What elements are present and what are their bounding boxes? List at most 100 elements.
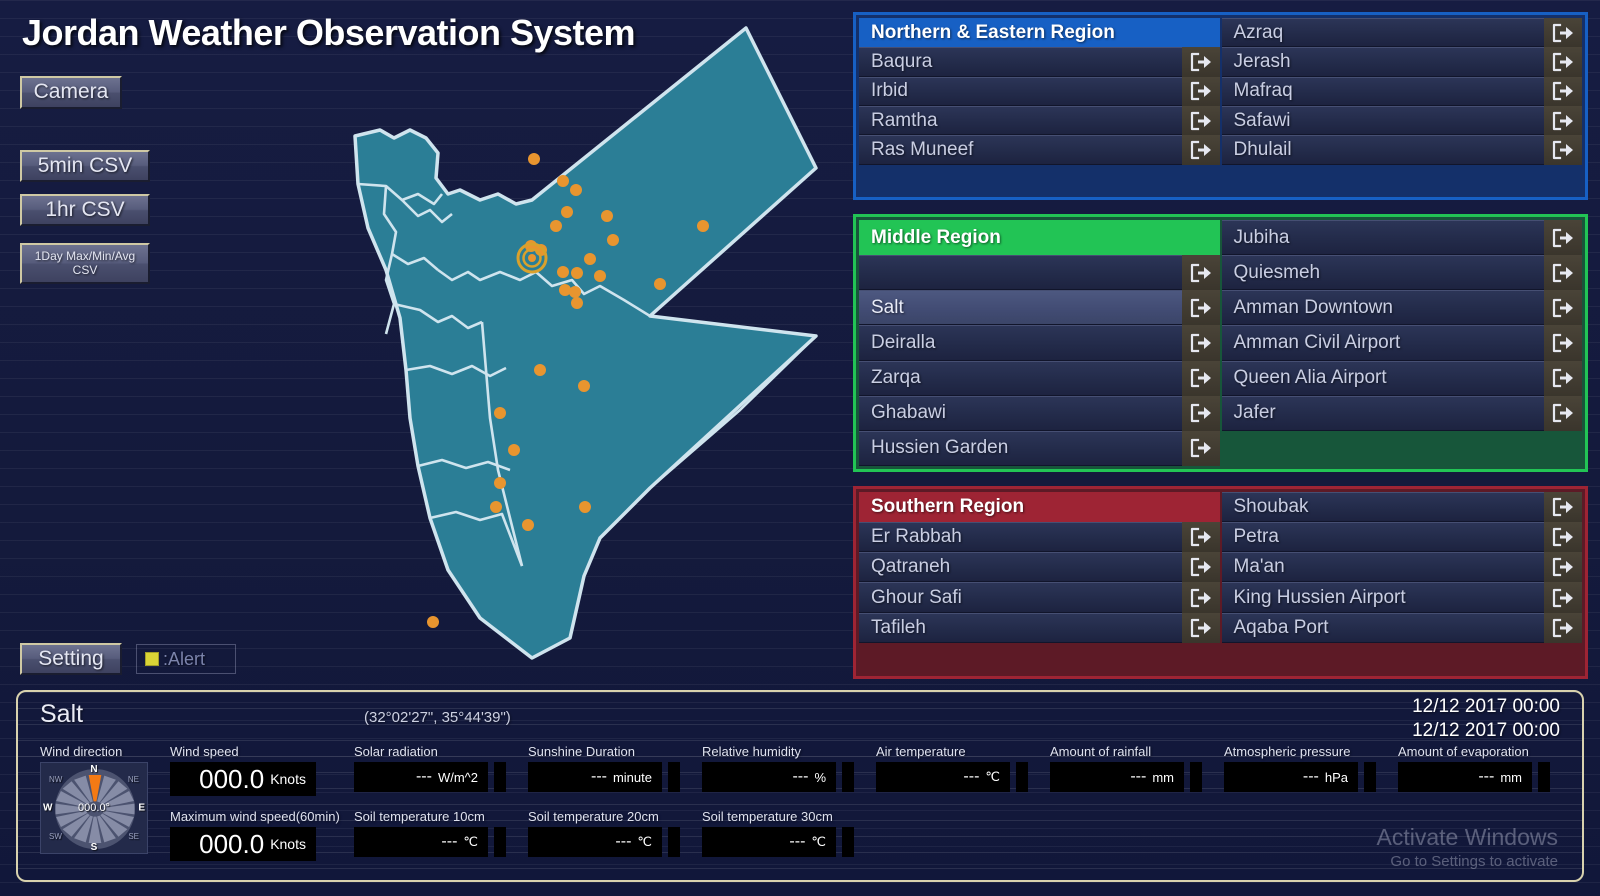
compass-south-label: S xyxy=(91,842,98,853)
station-name-cell[interactable]: Ghour Safi xyxy=(859,582,1182,612)
timestamp-secondary: 12/12 2017 00:00 xyxy=(1412,720,1560,742)
station-name-cell[interactable]: Salt xyxy=(859,290,1182,325)
go-to-station-icon[interactable] xyxy=(1182,325,1220,360)
go-to-station-icon[interactable] xyxy=(1544,290,1582,325)
station-row[interactable]: Ghour Safi xyxy=(859,582,1220,612)
station-row[interactable]: Amman Downtown xyxy=(1222,290,1583,325)
csv-1day-maxminavg-button[interactable]: 1Day Max/Min/Avg CSV xyxy=(20,243,150,284)
go-to-station-icon[interactable] xyxy=(1544,220,1582,255)
station-row[interactable]: Ramtha xyxy=(859,106,1220,135)
go-to-station-icon[interactable] xyxy=(1182,106,1220,135)
station-name-cell[interactable]: Quiesmeh xyxy=(1222,255,1545,290)
station-row[interactable]: Quiesmeh xyxy=(1222,255,1583,290)
station-name-cell[interactable]: Petra xyxy=(1222,522,1545,552)
station-name-cell[interactable]: Shoubak xyxy=(1222,492,1545,522)
go-to-station-icon[interactable] xyxy=(1544,522,1582,552)
station-row[interactable]: Er Rabbah xyxy=(859,522,1220,552)
station-name-cell[interactable]: Jerash xyxy=(1222,47,1545,76)
station-row[interactable]: Ma'an xyxy=(1222,552,1583,582)
station-row[interactable]: Safawi xyxy=(1222,106,1583,135)
station-row[interactable]: Deiralla xyxy=(859,325,1220,360)
go-to-station-icon[interactable] xyxy=(1182,47,1220,76)
station-name-cell[interactable] xyxy=(859,255,1182,290)
go-to-station-icon[interactable] xyxy=(1544,255,1582,290)
station-row[interactable]: Aqaba Port xyxy=(1222,613,1583,643)
station-name-cell[interactable]: Jubiha xyxy=(1222,220,1545,255)
go-to-station-icon[interactable] xyxy=(1544,47,1582,76)
station-name-cell[interactable]: Irbid xyxy=(859,77,1182,106)
station-row[interactable]: Jerash xyxy=(1222,47,1583,76)
station-name-cell[interactable]: Er Rabbah xyxy=(859,522,1182,552)
station-row[interactable]: Baqura xyxy=(859,47,1220,76)
station-row[interactable]: King Hussien Airport xyxy=(1222,582,1583,612)
station-name-cell[interactable]: Queen Alia Airport xyxy=(1222,361,1545,396)
go-to-station-icon[interactable] xyxy=(1544,582,1582,612)
station-name-cell[interactable]: Safawi xyxy=(1222,106,1545,135)
station-name-cell[interactable]: Jafer xyxy=(1222,396,1545,431)
station-name-cell[interactable]: Mafraq xyxy=(1222,77,1545,106)
go-to-station-icon[interactable] xyxy=(1544,361,1582,396)
go-to-station-icon[interactable] xyxy=(1182,77,1220,106)
measurement-unit: mm xyxy=(1152,770,1174,785)
station-row[interactable]: Mafraq xyxy=(1222,77,1583,106)
station-name-cell[interactable]: Baqura xyxy=(859,47,1182,76)
go-to-station-icon[interactable] xyxy=(1544,18,1582,47)
setting-button[interactable]: Setting xyxy=(20,643,122,675)
station-row[interactable]: Zarqa xyxy=(859,361,1220,396)
station-row[interactable]: Hussien Garden xyxy=(859,431,1220,466)
station-name-cell[interactable]: Tafileh xyxy=(859,613,1182,643)
station-name-cell[interactable]: Ma'an xyxy=(1222,552,1545,582)
station-name-cell[interactable]: Ras Muneef xyxy=(859,135,1182,164)
go-to-station-icon[interactable] xyxy=(1182,522,1220,552)
go-to-station-icon[interactable] xyxy=(1544,135,1582,164)
station-row[interactable]: Ghabawi xyxy=(859,396,1220,431)
go-to-station-icon[interactable] xyxy=(1182,396,1220,431)
station-row[interactable]: Azraq xyxy=(1222,18,1583,47)
go-to-station-icon[interactable] xyxy=(1182,552,1220,582)
station-name-cell[interactable]: Hussien Garden xyxy=(859,431,1182,466)
go-to-station-icon[interactable] xyxy=(1544,492,1582,522)
measurement-field: Atmospheric pressure---hPa xyxy=(1224,744,1376,792)
go-to-station-icon[interactable] xyxy=(1182,135,1220,164)
station-row[interactable]: Petra xyxy=(1222,522,1583,552)
station-row[interactable]: Amman Civil Airport xyxy=(1222,325,1583,360)
go-to-station-icon[interactable] xyxy=(1544,613,1582,643)
station-name-cell[interactable]: Azraq xyxy=(1222,18,1545,47)
camera-button[interactable]: Camera xyxy=(20,76,122,109)
go-to-station-icon[interactable] xyxy=(1544,106,1582,135)
station-name-cell[interactable]: Dhulail xyxy=(1222,135,1545,164)
station-name-cell[interactable]: Qatraneh xyxy=(859,552,1182,582)
station-name-cell[interactable]: Zarqa xyxy=(859,361,1182,396)
station-row[interactable]: Dhulail xyxy=(1222,135,1583,164)
go-to-station-icon[interactable] xyxy=(1182,361,1220,396)
station-row[interactable]: Qatraneh xyxy=(859,552,1220,582)
station-name-cell[interactable]: King Hussien Airport xyxy=(1222,582,1545,612)
go-to-station-icon[interactable] xyxy=(1182,431,1220,466)
station-row[interactable]: Salt xyxy=(859,290,1220,325)
station-row[interactable]: Jafer xyxy=(1222,396,1583,431)
csv-1hr-button[interactable]: 1hr CSV xyxy=(20,194,150,226)
go-to-station-icon[interactable] xyxy=(1182,582,1220,612)
station-name-cell[interactable]: Deiralla xyxy=(859,325,1182,360)
go-to-station-icon[interactable] xyxy=(1182,290,1220,325)
station-name-cell[interactable]: Ghabawi xyxy=(859,396,1182,431)
station-row[interactable]: Ras Muneef xyxy=(859,135,1220,164)
station-row[interactable]: Jubiha xyxy=(1222,220,1583,255)
jordan-map[interactable] xyxy=(180,18,840,678)
station-name-cell[interactable]: Amman Civil Airport xyxy=(1222,325,1545,360)
station-row[interactable]: Tafileh xyxy=(859,613,1220,643)
station-row[interactable]: Shoubak xyxy=(1222,492,1583,522)
station-row[interactable] xyxy=(859,255,1220,290)
station-name-cell[interactable]: Amman Downtown xyxy=(1222,290,1545,325)
go-to-station-icon[interactable] xyxy=(1544,552,1582,582)
station-name-cell[interactable]: Ramtha xyxy=(859,106,1182,135)
station-name-cell[interactable]: Aqaba Port xyxy=(1222,613,1545,643)
go-to-station-icon[interactable] xyxy=(1182,613,1220,643)
go-to-station-icon[interactable] xyxy=(1544,325,1582,360)
station-row[interactable]: Irbid xyxy=(859,77,1220,106)
go-to-station-icon[interactable] xyxy=(1544,77,1582,106)
csv-5min-button[interactable]: 5min CSV xyxy=(20,150,150,182)
go-to-station-icon[interactable] xyxy=(1544,396,1582,431)
go-to-station-icon[interactable] xyxy=(1182,255,1220,290)
station-row[interactable]: Queen Alia Airport xyxy=(1222,361,1583,396)
